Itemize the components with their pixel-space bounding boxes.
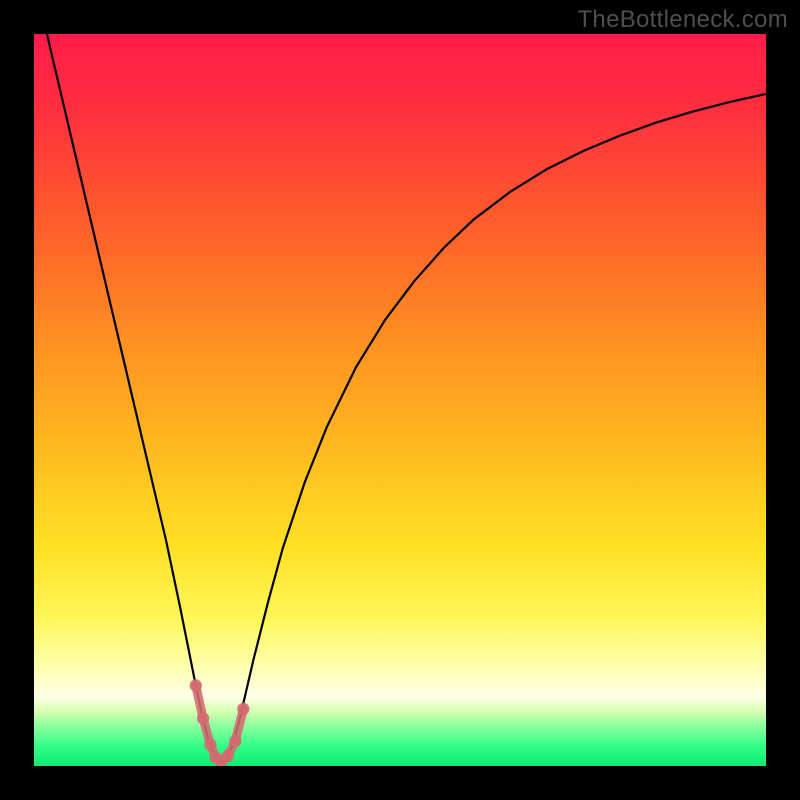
highlight-markers bbox=[190, 679, 250, 766]
plot-area bbox=[34, 34, 766, 766]
highlight-marker-dot bbox=[204, 739, 216, 751]
highlight-marker-dot bbox=[237, 703, 249, 715]
chart-frame: TheBottleneck.com bbox=[0, 0, 800, 800]
highlight-marker-dot bbox=[190, 679, 202, 691]
bottleneck-curve bbox=[34, 34, 766, 762]
watermark-text: TheBottleneck.com bbox=[577, 6, 788, 34]
highlight-marker-dot bbox=[229, 735, 241, 747]
highlight-marker-dot bbox=[222, 750, 234, 762]
highlight-marker-dot bbox=[197, 712, 209, 724]
chart-svg bbox=[34, 34, 766, 766]
